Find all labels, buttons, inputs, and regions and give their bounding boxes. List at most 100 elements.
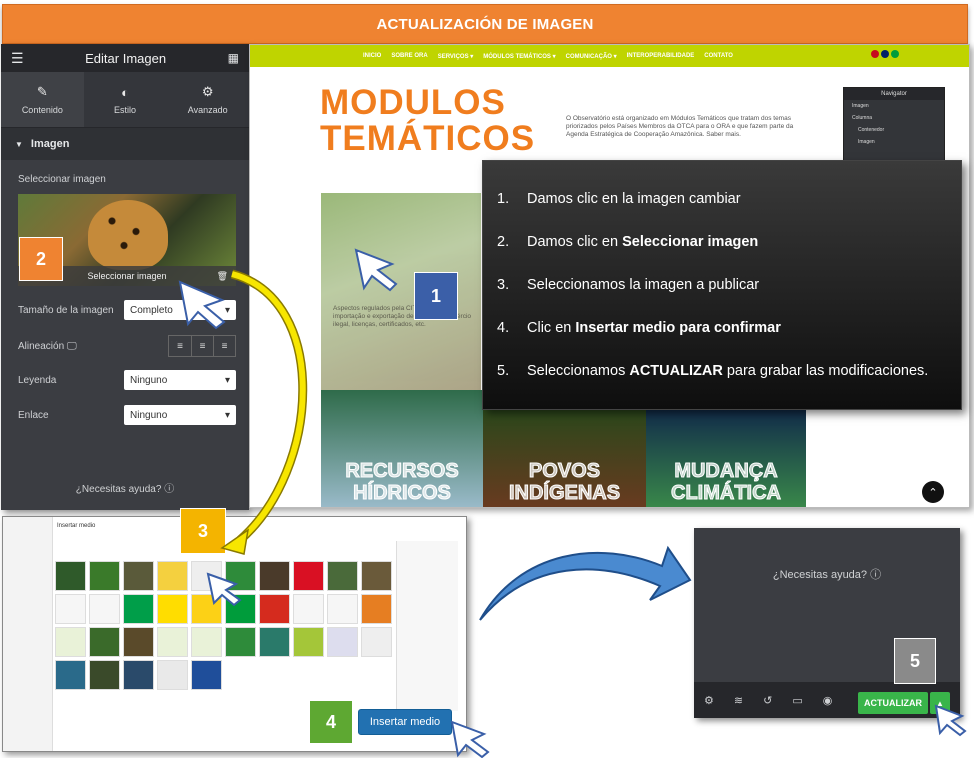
media-thumb[interactable]	[123, 594, 154, 624]
help-link[interactable]: ¿Necesitas ayuda? ⓘ	[694, 566, 960, 582]
media-thumb[interactable]	[89, 561, 120, 591]
section-imagen[interactable]: ▼ Imagen	[1, 128, 249, 160]
step-item: 3. Seleccionamos la imagen a publicar	[497, 277, 760, 293]
update-button[interactable]: ACTUALIZAR	[858, 692, 928, 714]
nav-item[interactable]: INICIO	[363, 53, 381, 59]
navigator-panel: Navigator Imagen Columna Contenedor Imag…	[843, 87, 945, 163]
navigator-item[interactable]: Columna	[844, 112, 944, 124]
tab-contenido[interactable]: ✎ Contenido	[1, 72, 84, 127]
page-banner: ACTUALIZACIÓN DE IMAGEN	[2, 4, 968, 44]
half-circle-icon: ◐	[121, 84, 129, 100]
media-thumb[interactable]	[293, 561, 324, 591]
navigator-item[interactable]: Imagen	[844, 136, 944, 148]
badge-step-1: 1	[414, 272, 458, 320]
media-thumb[interactable]	[55, 627, 86, 657]
media-thumb[interactable]	[157, 594, 188, 624]
link-row: Enlace Ninguno ▾	[18, 405, 236, 425]
scroll-top-button[interactable]: ⌃	[922, 481, 944, 503]
flag-uk-icon[interactable]	[881, 50, 889, 58]
media-thumb[interactable]	[293, 594, 324, 624]
align-left-icon[interactable]: ≡	[169, 336, 191, 356]
media-thumb[interactable]	[225, 594, 256, 624]
media-thumb[interactable]	[361, 561, 392, 591]
media-thumb[interactable]	[327, 627, 358, 657]
media-thumb[interactable]	[55, 594, 86, 624]
media-thumb[interactable]	[259, 594, 290, 624]
nav-item[interactable]: COMUNICAÇÃO ▾	[566, 53, 617, 60]
align-center-icon[interactable]: ≡	[191, 336, 213, 356]
nav-item[interactable]: MÓDULOS TEMÁTICOS ▾	[483, 53, 555, 60]
layers-icon[interactable]: ≋	[734, 694, 743, 707]
media-thumb[interactable]	[123, 627, 154, 657]
media-thumb[interactable]	[123, 660, 154, 690]
media-thumb[interactable]	[89, 627, 120, 657]
help-link[interactable]: ¿Necesitas ayuda? ⓘ	[1, 480, 249, 495]
link-value: Ninguno	[130, 409, 168, 421]
caption-select[interactable]: Ninguno ▾	[124, 370, 236, 390]
badge-step-5: 5	[894, 638, 936, 684]
media-thumb[interactable]	[327, 594, 358, 624]
media-thumb[interactable]	[157, 660, 188, 690]
media-thumb[interactable]	[191, 594, 222, 624]
navigator-item[interactable]: Contenedor	[844, 124, 944, 136]
history-icon[interactable]: ↺	[763, 694, 772, 707]
panel-tabs: ✎ Contenido ◐ Estilo ⚙ Avanzado	[1, 72, 249, 128]
media-thumb[interactable]	[225, 627, 256, 657]
nav-item[interactable]: INTEROPERABILIDADE	[627, 53, 695, 59]
media-thumb[interactable]	[89, 594, 120, 624]
media-thumb[interactable]	[157, 561, 188, 591]
nav-item[interactable]: SOBRE ORA	[391, 53, 427, 59]
media-thumb[interactable]	[259, 627, 290, 657]
image-size-value: Completo	[130, 304, 173, 316]
step-item: 1. Damos clic en la imagen cambiar	[497, 191, 741, 207]
responsive-icon[interactable]: ▭	[792, 694, 802, 707]
nav-item[interactable]: SERVIÇOS ▾	[438, 53, 474, 60]
media-thumb[interactable]	[89, 660, 120, 690]
chevron-down-icon: ▾	[224, 304, 230, 316]
attachment-details	[396, 541, 458, 711]
tab-estilo[interactable]: ◐ Estilo	[84, 72, 167, 127]
media-thumb[interactable]	[259, 561, 290, 591]
media-title: Insertar medio	[57, 523, 96, 529]
insert-media-button[interactable]: Insertar medio	[358, 709, 452, 735]
blue-arrow	[479, 545, 692, 621]
nav-item[interactable]: CONTATO	[704, 53, 733, 59]
flag-brazil-icon[interactable]	[891, 50, 899, 58]
media-thumb[interactable]	[225, 561, 256, 591]
media-thumb[interactable]	[191, 627, 222, 657]
elementor-footer-panel: ¿Necesitas ayuda? ⓘ ⚙ ≋ ↺ ▭ ◉	[694, 528, 960, 718]
media-thumb[interactable]	[123, 561, 154, 591]
media-thumb[interactable]	[361, 594, 392, 624]
badge-step-3: 3	[180, 508, 226, 554]
media-thumb[interactable]	[55, 660, 86, 690]
media-thumb[interactable]	[191, 660, 222, 690]
step-item: 5. Seleccionamos ACTUALIZAR para grabar l…	[497, 363, 929, 379]
chevron-down-icon: ▾	[224, 374, 230, 386]
flag-spain-icon[interactable]	[871, 50, 879, 58]
caption-row: Leyenda Ninguno ▾	[18, 370, 236, 390]
settings-icon[interactable]: ⚙	[704, 694, 714, 707]
panel-header: ☰ Editar Imagen ▦	[1, 44, 249, 72]
trash-icon[interactable]: 🗑	[217, 271, 228, 282]
grid-icon[interactable]: ▦	[228, 51, 239, 65]
media-thumb[interactable]	[191, 561, 222, 591]
question-icon: ⓘ	[870, 569, 882, 581]
align-right-icon[interactable]: ≡	[213, 336, 235, 356]
tab-avanzado[interactable]: ⚙ Avanzado	[166, 72, 249, 127]
image-size-select[interactable]: Completo ▾	[124, 300, 236, 320]
hamburger-icon[interactable]: ☰	[11, 50, 24, 67]
media-grid	[55, 561, 395, 690]
link-select[interactable]: Ninguno ▾	[124, 405, 236, 425]
banner-title: ACTUALIZACIÓN DE IMAGEN	[376, 15, 594, 33]
panel-title: Editar Imagen	[85, 50, 167, 66]
tile-recursos-hidricos[interactable]: RECURSOS HÍDRICOS	[321, 390, 483, 507]
media-thumb[interactable]	[55, 561, 86, 591]
media-thumb[interactable]	[157, 627, 188, 657]
media-thumb[interactable]	[361, 627, 392, 657]
media-thumb[interactable]	[293, 627, 324, 657]
update-options-caret[interactable]: ▲	[930, 692, 950, 714]
tab-label: Estilo	[114, 104, 137, 115]
media-thumb[interactable]	[327, 561, 358, 591]
preview-eye-icon[interactable]: ◉	[823, 694, 833, 707]
navigator-item[interactable]: Imagen	[844, 100, 944, 112]
